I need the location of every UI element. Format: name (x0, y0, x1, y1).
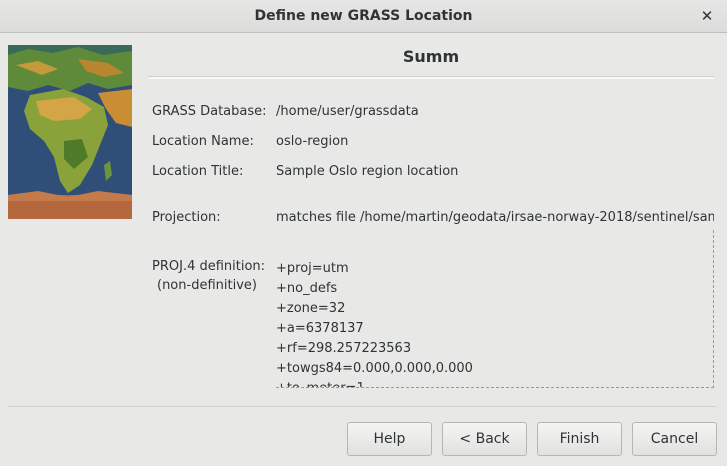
proj4-line: +towgs84=0.000,0.000,0.000 (276, 361, 473, 376)
location-title-label: Location Title: (152, 164, 244, 179)
location-title-value: Sample Oslo region location (276, 164, 459, 179)
world-map-image (8, 45, 132, 219)
grass-database-value: /home/user/grassdata (276, 104, 419, 119)
projection-label: Projection: (152, 210, 221, 225)
grass-database-label: GRASS Database: (152, 104, 267, 119)
wizard-window: Define new GRASS Location ✕ Summ GRASS D… (0, 0, 727, 466)
cancel-button[interactable]: Cancel (632, 422, 717, 456)
proj4-label: PROJ.4 definition: (152, 259, 266, 274)
finish-button[interactable]: Finish (537, 422, 622, 456)
button-divider (8, 406, 716, 407)
back-button[interactable]: < Back (442, 422, 527, 456)
close-icon[interactable]: ✕ (699, 8, 715, 24)
location-name-value: oslo-region (276, 134, 349, 149)
proj4-line: +a=6378137 (276, 321, 364, 336)
help-button[interactable]: Help (347, 422, 432, 456)
proj4-sublabel: (non-definitive) (157, 278, 257, 293)
proj4-line: +rf=298.257223563 (276, 341, 412, 356)
page-heading: Summ (402, 47, 460, 66)
title-bar[interactable]: Define new GRASS Location ✕ (0, 0, 727, 33)
scroll-area-border-right (713, 230, 714, 388)
scroll-area-border-bottom (276, 387, 714, 388)
world-map-graphic (8, 45, 132, 219)
location-name-label: Location Name: (152, 134, 254, 149)
projection-value: matches file /home/martin/geodata/irsae-… (276, 210, 714, 225)
proj4-line: +no_defs (276, 281, 338, 296)
proj4-definition[interactable]: +proj=utm +no_defs +zone=32 +a=6378137 +… (276, 259, 714, 387)
proj4-line: +zone=32 (276, 301, 346, 316)
proj4-line: +to_meter=1 (276, 379, 714, 387)
window-title: Define new GRASS Location (254, 8, 473, 24)
summary-panel: GRASS Database: /home/user/grassdata Loc… (148, 79, 714, 387)
proj4-line: +proj=utm (276, 261, 349, 276)
